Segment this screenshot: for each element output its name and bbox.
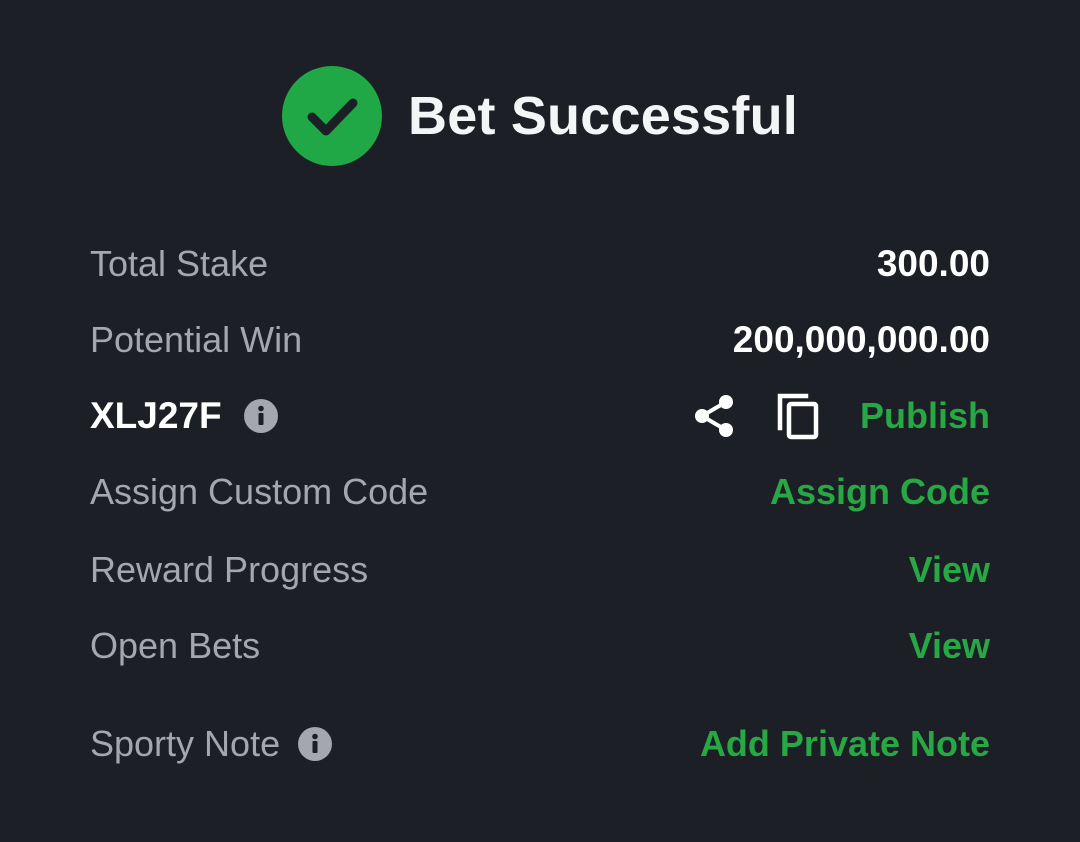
sporty-note-text: Sporty Note: [90, 723, 281, 764]
open-bets-label: Open Bets: [90, 625, 261, 666]
info-icon[interactable]: [298, 727, 333, 761]
assign-custom-code-label: Assign Custom Code: [90, 471, 429, 512]
total-stake-label: Total Stake: [90, 243, 269, 284]
assign-custom-code-row: Assign Custom Code Assign Code: [90, 454, 990, 530]
check-circle-icon: [282, 66, 383, 166]
total-stake-row: Total Stake 300.00: [90, 226, 990, 302]
potential-win-value: 200,000,000.00: [732, 319, 990, 360]
info-icon[interactable]: [243, 399, 278, 433]
add-private-note-link[interactable]: Add Private Note: [700, 723, 990, 765]
success-header: Bet Successful: [0, 66, 1080, 166]
reward-progress-row: Reward Progress View: [90, 532, 990, 608]
publish-button[interactable]: Publish: [860, 395, 990, 437]
reward-progress-label: Reward Progress: [90, 549, 369, 590]
copy-icon[interactable]: [776, 392, 822, 440]
reward-progress-view-link[interactable]: View: [909, 549, 990, 591]
page-title: Bet Successful: [408, 86, 798, 146]
potential-win-label: Potential Win: [90, 319, 303, 360]
open-bets-view-link[interactable]: View: [909, 625, 990, 667]
assign-code-link[interactable]: Assign Code: [770, 471, 990, 513]
booking-code-label: XLJ27F: [90, 395, 278, 437]
sporty-note-row: Sporty Note Add Private Note: [90, 706, 990, 782]
total-stake-value: 300.00: [876, 243, 990, 284]
booking-code-row: XLJ27F Publish: [90, 378, 990, 454]
open-bets-row: Open Bets View: [90, 608, 990, 684]
potential-win-row: Potential Win 200,000,000.00: [90, 302, 990, 378]
share-icon[interactable]: [692, 393, 736, 439]
sporty-note-label: Sporty Note: [90, 723, 333, 765]
booking-code: XLJ27F: [90, 395, 222, 436]
booking-actions: Publish: [692, 392, 990, 440]
bet-success-panel: Bet Successful Total Stake 300.00 Potent…: [0, 0, 1080, 842]
